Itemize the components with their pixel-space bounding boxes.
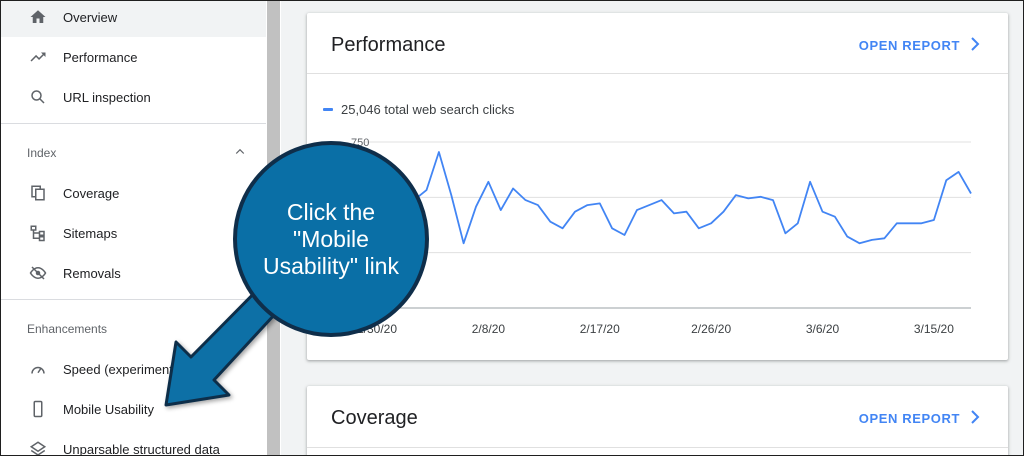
callout-bubble: Click the "Mobile Usability" link xyxy=(233,141,429,337)
annotation-arrow xyxy=(164,265,302,407)
callout-text: Click the "Mobile Usability" link xyxy=(263,198,399,279)
app-frame: Overview Performance URL inspection Inde… xyxy=(0,0,1024,456)
